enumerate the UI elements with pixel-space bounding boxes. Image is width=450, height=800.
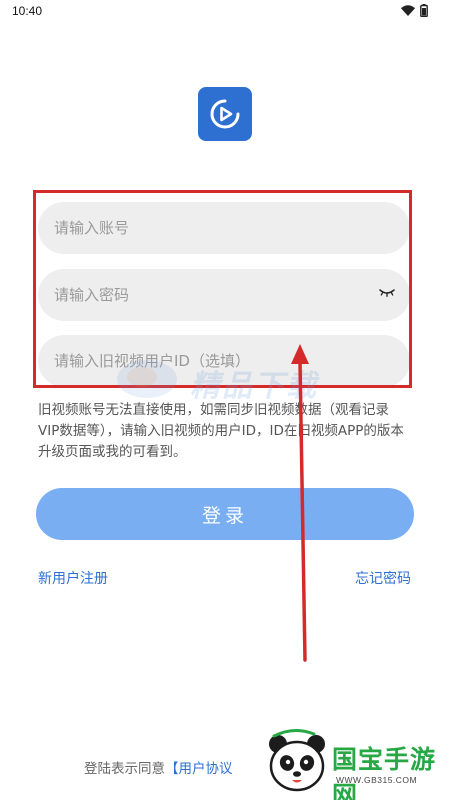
brand-url: WWW.GB315.COM — [336, 775, 418, 785]
panda-icon — [269, 729, 325, 792]
battery-icon — [420, 4, 428, 17]
old-video-id-input[interactable] — [38, 335, 410, 387]
wifi-icon — [401, 5, 415, 16]
status-time: 10:40 — [12, 4, 43, 18]
status-bar: 10:40 — [0, 0, 450, 24]
account-field[interactable] — [38, 202, 410, 254]
agreement-prefix: 登陆表示同意 — [84, 761, 165, 777]
user-agreement-link[interactable]: 【用户协议 — [165, 761, 233, 777]
brand-badge: 国宝手游网 WWW.GB315.COM — [262, 722, 450, 800]
register-link[interactable]: 新用户注册 — [38, 568, 108, 588]
brand-name: 国宝手游网 — [332, 745, 437, 800]
account-input[interactable] — [38, 202, 410, 254]
login-button[interactable]: 登录 — [36, 488, 414, 540]
password-field[interactable] — [38, 269, 410, 321]
old-video-id-field[interactable] — [38, 335, 410, 387]
forgot-password-link[interactable]: 忘记密码 — [355, 568, 411, 588]
status-icons — [401, 4, 428, 17]
password-input[interactable] — [38, 269, 410, 321]
old-account-hint: 旧视频账号无法直接使用，如需同步旧视频数据（观看记录 VIP数据等），请输入旧视… — [38, 402, 404, 460]
play-icon — [210, 99, 240, 129]
agreement-text: 登陆表示同意【用户协议 — [84, 757, 233, 777]
app-logo — [198, 87, 252, 141]
eye-closed-icon[interactable] — [378, 287, 396, 299]
